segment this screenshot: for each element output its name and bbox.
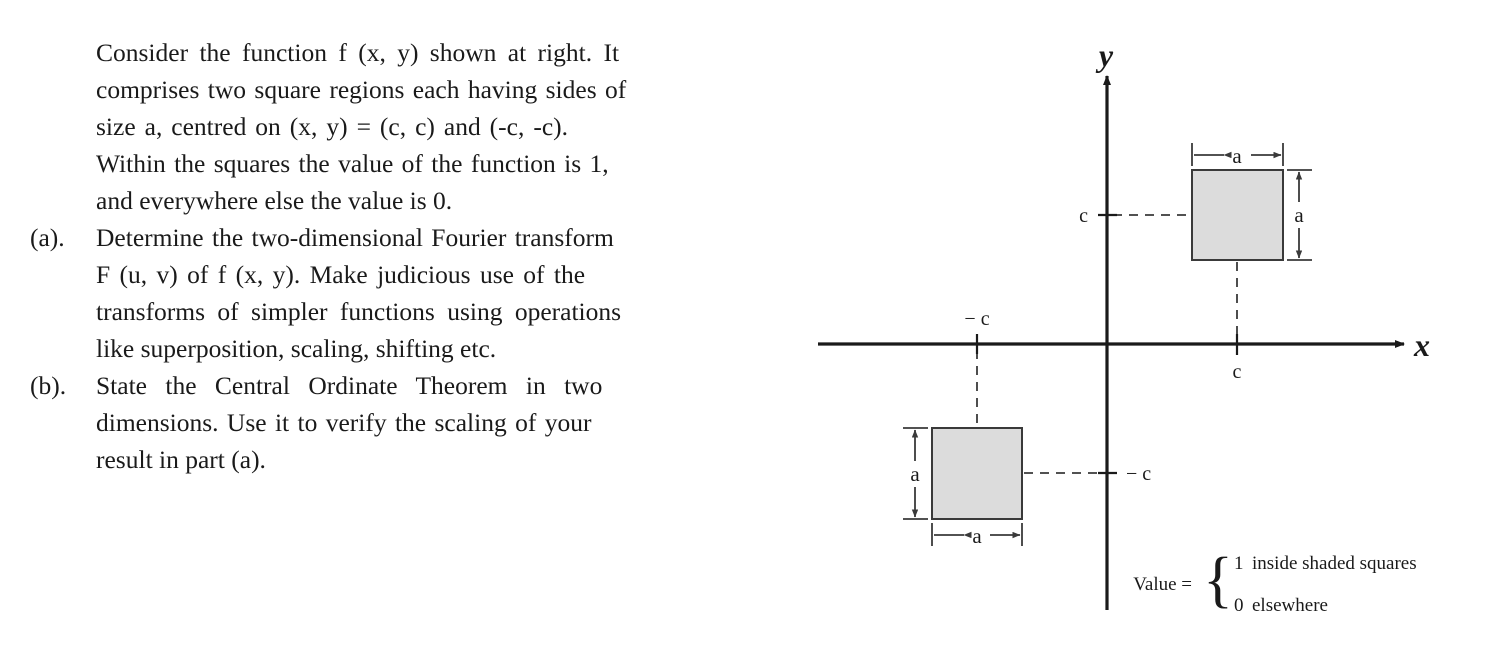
part-b-paragraph: (b). State the Central Ordinate Theorem … [0, 367, 800, 478]
upper-height-label: a [1294, 203, 1304, 227]
part-a-line-4: like superposition, scaling, shifting et… [96, 334, 497, 363]
function-diagram: y x c c a a − c − c a a Value = {1 insi… [800, 0, 1502, 668]
part-a-body: Determine the two-dimensional Fourier tr… [96, 219, 800, 367]
legend-case-top-text: inside shaded squares [1252, 553, 1417, 574]
part-b-line-1: State the Central Ordinate Theorem in tw… [96, 371, 603, 400]
intro-line-3: size a, centred on (x, y) = (c, c) and (… [96, 112, 568, 141]
lower-width-label: a [972, 524, 982, 548]
legend-brace: { [1203, 546, 1233, 614]
lower-height-label: a [910, 462, 920, 486]
upper-width-label: a [1232, 144, 1242, 168]
part-a-marker: (a). [30, 223, 65, 252]
upper-right-square [1191, 169, 1284, 261]
intro-line-5: and everywhere else the value is 0. [96, 186, 453, 215]
legend-label: Value = [1133, 574, 1192, 595]
part-b-line-3: result in part (a). [96, 445, 266, 474]
part-a-line-3: transforms of simpler functions using op… [96, 297, 622, 326]
legend-case-bottom-text: elsewhere [1252, 595, 1328, 616]
y-axis-label: y [1095, 37, 1114, 73]
intro-line-4: Within the squares the value of the func… [96, 149, 609, 178]
intro-body: Consider the function f (x, y) shown at … [96, 34, 800, 219]
lower-left-square [931, 427, 1023, 520]
legend-case-bottom-value: 0 [1234, 595, 1244, 616]
intro-line-2: comprises two square regions each having… [96, 75, 627, 104]
part-b-marker: (b). [30, 371, 67, 400]
y-tick-c-label: c [1079, 205, 1088, 227]
part-a-paragraph: (a). Determine the two-dimensional Fouri… [0, 219, 800, 367]
x-tick-c-label: c [1233, 361, 1242, 383]
part-b-line-2: dimensions. Use it to verify the scaling… [96, 408, 592, 437]
x-tick-neg-c-label: − c [964, 308, 989, 330]
part-b-body: State the Central Ordinate Theorem in tw… [96, 367, 800, 478]
intro-paragraph: Consider the function f (x, y) shown at … [0, 34, 800, 219]
part-a-line-1: Determine the two-dimensional Fourier tr… [96, 223, 614, 252]
legend-case-top-value: 1 [1234, 553, 1244, 574]
part-a-line-2: F (u, v) of f (x, y). Make judicious use… [96, 260, 586, 289]
y-tick-neg-c-label: − c [1126, 463, 1151, 485]
intro-line-1: Consider the function f (x, y) shown at … [96, 38, 620, 67]
question-text-column: Consider the function f (x, y) shown at … [0, 34, 800, 478]
x-axis-label: x [1413, 327, 1430, 363]
